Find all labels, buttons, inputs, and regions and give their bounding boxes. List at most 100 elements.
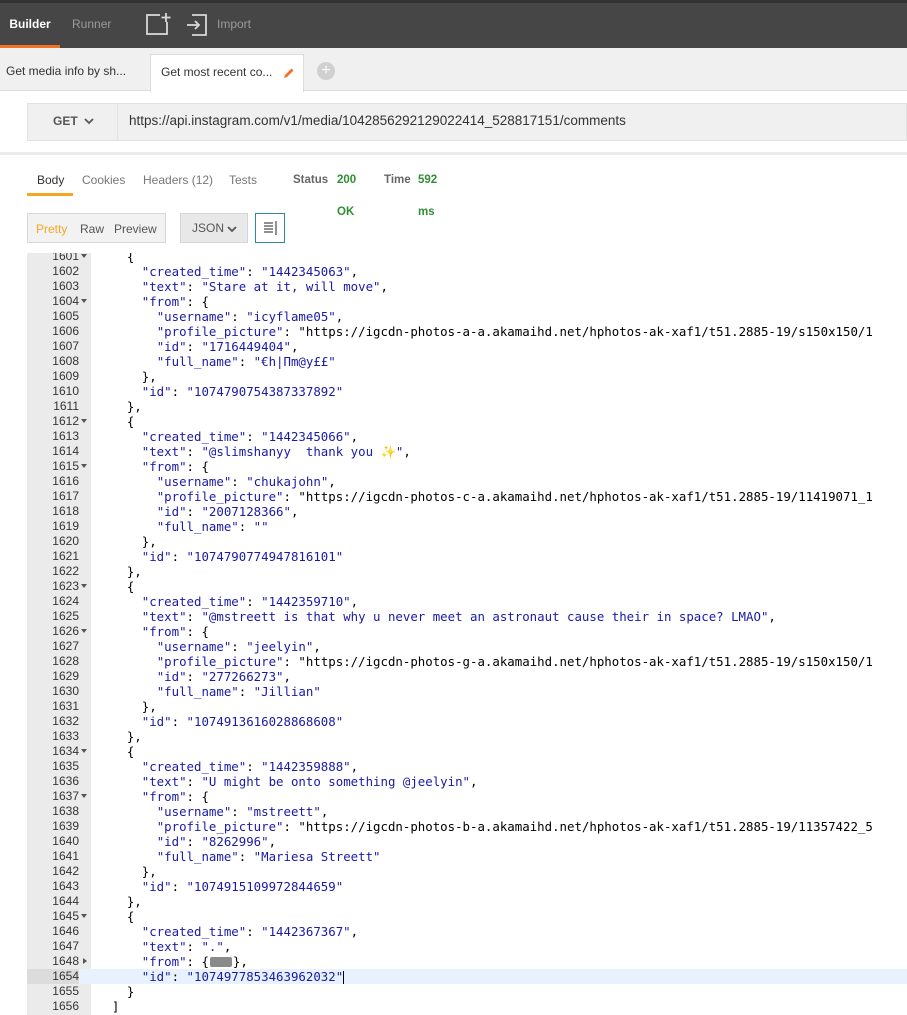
- code-line[interactable]: 1656 ]: [27, 999, 907, 1014]
- code-text: "full_name": "": [156, 519, 269, 534]
- code-line[interactable]: 1617 "profile_picture": "https://igcdn-p…: [27, 489, 907, 504]
- tab-tests[interactable]: Tests: [229, 164, 257, 196]
- wrap-lines-button[interactable]: [255, 213, 285, 243]
- code-line[interactable]: 1644 },: [27, 894, 907, 909]
- raw-button[interactable]: Raw: [80, 214, 104, 244]
- code-text: "text": "@mstreett is that why u never m…: [141, 609, 776, 624]
- new-window-icon[interactable]: [146, 12, 172, 38]
- code-line[interactable]: 1605 "username": "icyflame05",: [27, 309, 907, 324]
- response-body-editor[interactable]: 1601 {1602 "created_time": "1442345063",…: [27, 253, 907, 1015]
- code-line[interactable]: 1612 {: [27, 414, 907, 429]
- code-line[interactable]: 1614 "text": "@slimshanyy thank you ✨",: [27, 444, 907, 459]
- code-line[interactable]: 1601 {: [27, 253, 907, 264]
- code-line[interactable]: 1637 "from": {: [27, 789, 907, 804]
- code-line[interactable]: 1607 "id": "1716449404",: [27, 339, 907, 354]
- code-line[interactable]: 1625 "text": "@mstreett is that why u ne…: [27, 609, 907, 624]
- method-select[interactable]: GET: [28, 104, 118, 140]
- chevron-down-icon: [227, 226, 237, 233]
- code-line[interactable]: 1602 "created_time": "1442345063",: [27, 264, 907, 279]
- code-line[interactable]: 1610 "id": "1074790754387337892": [27, 384, 907, 399]
- fold-open-icon[interactable]: [81, 629, 87, 633]
- code-line[interactable]: 1631 },: [27, 699, 907, 714]
- code-line[interactable]: 1643 "id": "1074915109972844659": [27, 879, 907, 894]
- code-line[interactable]: 1640 "id": "8262996",: [27, 834, 907, 849]
- url-input[interactable]: https://api.instagram.com/v1/media/10428…: [129, 104, 626, 140]
- code-line[interactable]: 1609 },: [27, 369, 907, 384]
- preview-button[interactable]: Preview: [114, 214, 157, 244]
- fold-open-icon[interactable]: [81, 299, 87, 303]
- line-number: 1617: [52, 489, 79, 503]
- line-number: 1638: [52, 804, 79, 818]
- tab-headers[interactable]: Headers (12): [143, 164, 213, 196]
- code-line[interactable]: 1638 "username": "mstreett",: [27, 804, 907, 819]
- code-line[interactable]: 1620 },: [27, 534, 907, 549]
- pretty-button[interactable]: Pretty: [36, 214, 67, 244]
- code-line[interactable]: 1603 "text": "Stare at it, will move",: [27, 279, 907, 294]
- code-line[interactable]: 1639 "profile_picture": "https://igcdn-p…: [27, 819, 907, 834]
- line-number: 1637: [52, 789, 79, 803]
- code-line[interactable]: 1636 "text": "U might be onto something …: [27, 774, 907, 789]
- fold-open-icon[interactable]: [81, 254, 87, 258]
- line-number: 1641: [52, 849, 79, 863]
- code-line[interactable]: 1629 "id": "277266273",: [27, 669, 907, 684]
- fold-open-icon[interactable]: [81, 749, 87, 753]
- code-line[interactable]: 1645 {: [27, 909, 907, 924]
- line-number: 1632: [52, 714, 79, 728]
- code-line[interactable]: 1642 },: [27, 864, 907, 879]
- code-line[interactable]: 1635 "created_time": "1442359888",: [27, 759, 907, 774]
- line-number: 1602: [52, 264, 79, 278]
- code-line[interactable]: 1648 "from": {},: [27, 954, 907, 969]
- code-line[interactable]: 1647 "text": ".",: [27, 939, 907, 954]
- code-line[interactable]: 1641 "full_name": "Mariesa Streett": [27, 849, 907, 864]
- code-line[interactable]: 1634 {: [27, 744, 907, 759]
- tab-body[interactable]: Body: [27, 164, 73, 196]
- chevron-down-icon: [84, 118, 94, 125]
- code-line[interactable]: 1627 "username": "jeelyin",: [27, 639, 907, 654]
- request-tab-active[interactable]: Get most recent co...: [150, 54, 304, 92]
- code-line[interactable]: 1654 "id": "1074977853463962032": [27, 969, 907, 984]
- code-line[interactable]: 1624 "created_time": "1442359710",: [27, 594, 907, 609]
- code-text: "profile_picture": "https://igcdn-photos…: [156, 489, 873, 504]
- status-label: Status: [293, 174, 329, 186]
- code-line[interactable]: 1604 "from": {: [27, 294, 907, 309]
- code-line[interactable]: 1622 },: [27, 564, 907, 579]
- fold-open-icon[interactable]: [81, 464, 87, 468]
- code-text: "id": "1074913616028868608": [141, 714, 344, 729]
- fold-open-icon[interactable]: [81, 419, 87, 423]
- add-tab-icon[interactable]: +: [317, 62, 335, 80]
- code-line[interactable]: 1615 "from": {: [27, 459, 907, 474]
- code-line[interactable]: 1621 "id": "1074790774947816101": [27, 549, 907, 564]
- code-line[interactable]: 1630 "full_name": "Jillian": [27, 684, 907, 699]
- line-number: 1615: [52, 459, 79, 473]
- import-label[interactable]: Import: [217, 3, 251, 48]
- code-line[interactable]: 1616 "username": "chukajohn",: [27, 474, 907, 489]
- runner-tab[interactable]: Runner: [72, 3, 111, 48]
- code-line[interactable]: 1611 },: [27, 399, 907, 414]
- line-number: 1647: [52, 939, 79, 953]
- collapsed-object-icon[interactable]: [209, 956, 232, 967]
- fold-open-icon[interactable]: [81, 914, 87, 918]
- fold-open-icon[interactable]: [81, 584, 87, 588]
- code-line[interactable]: 1608 "full_name": "€h|Πm@y££": [27, 354, 907, 369]
- builder-tab[interactable]: Builder: [0, 3, 60, 48]
- code-line[interactable]: 1613 "created_time": "1442345066",: [27, 429, 907, 444]
- code-line[interactable]: 1619 "full_name": "": [27, 519, 907, 534]
- fold-open-icon[interactable]: [81, 794, 87, 798]
- fold-closed-icon[interactable]: [83, 958, 87, 964]
- code-line[interactable]: 1655 }: [27, 984, 907, 999]
- code-line[interactable]: 1606 "profile_picture": "https://igcdn-p…: [27, 324, 907, 339]
- code-line[interactable]: 1646 "created_time": "1442367367",: [27, 924, 907, 939]
- code-line[interactable]: 1618 "id": "2007128366",: [27, 504, 907, 519]
- code-line[interactable]: 1626 "from": {: [27, 624, 907, 639]
- code-line[interactable]: 1628 "profile_picture": "https://igcdn-p…: [27, 654, 907, 669]
- line-number: 1636: [52, 774, 79, 788]
- language-select[interactable]: JSON: [180, 213, 248, 243]
- code-line[interactable]: 1623 {: [27, 579, 907, 594]
- import-icon[interactable]: [186, 12, 208, 38]
- code-line[interactable]: 1633 },: [27, 729, 907, 744]
- request-tab[interactable]: Get media info by sh...: [0, 54, 140, 91]
- line-number: 1608: [52, 354, 79, 368]
- code-text: {: [97, 744, 135, 759]
- code-line[interactable]: 1632 "id": "1074913616028868608": [27, 714, 907, 729]
- tab-cookies[interactable]: Cookies: [82, 164, 125, 196]
